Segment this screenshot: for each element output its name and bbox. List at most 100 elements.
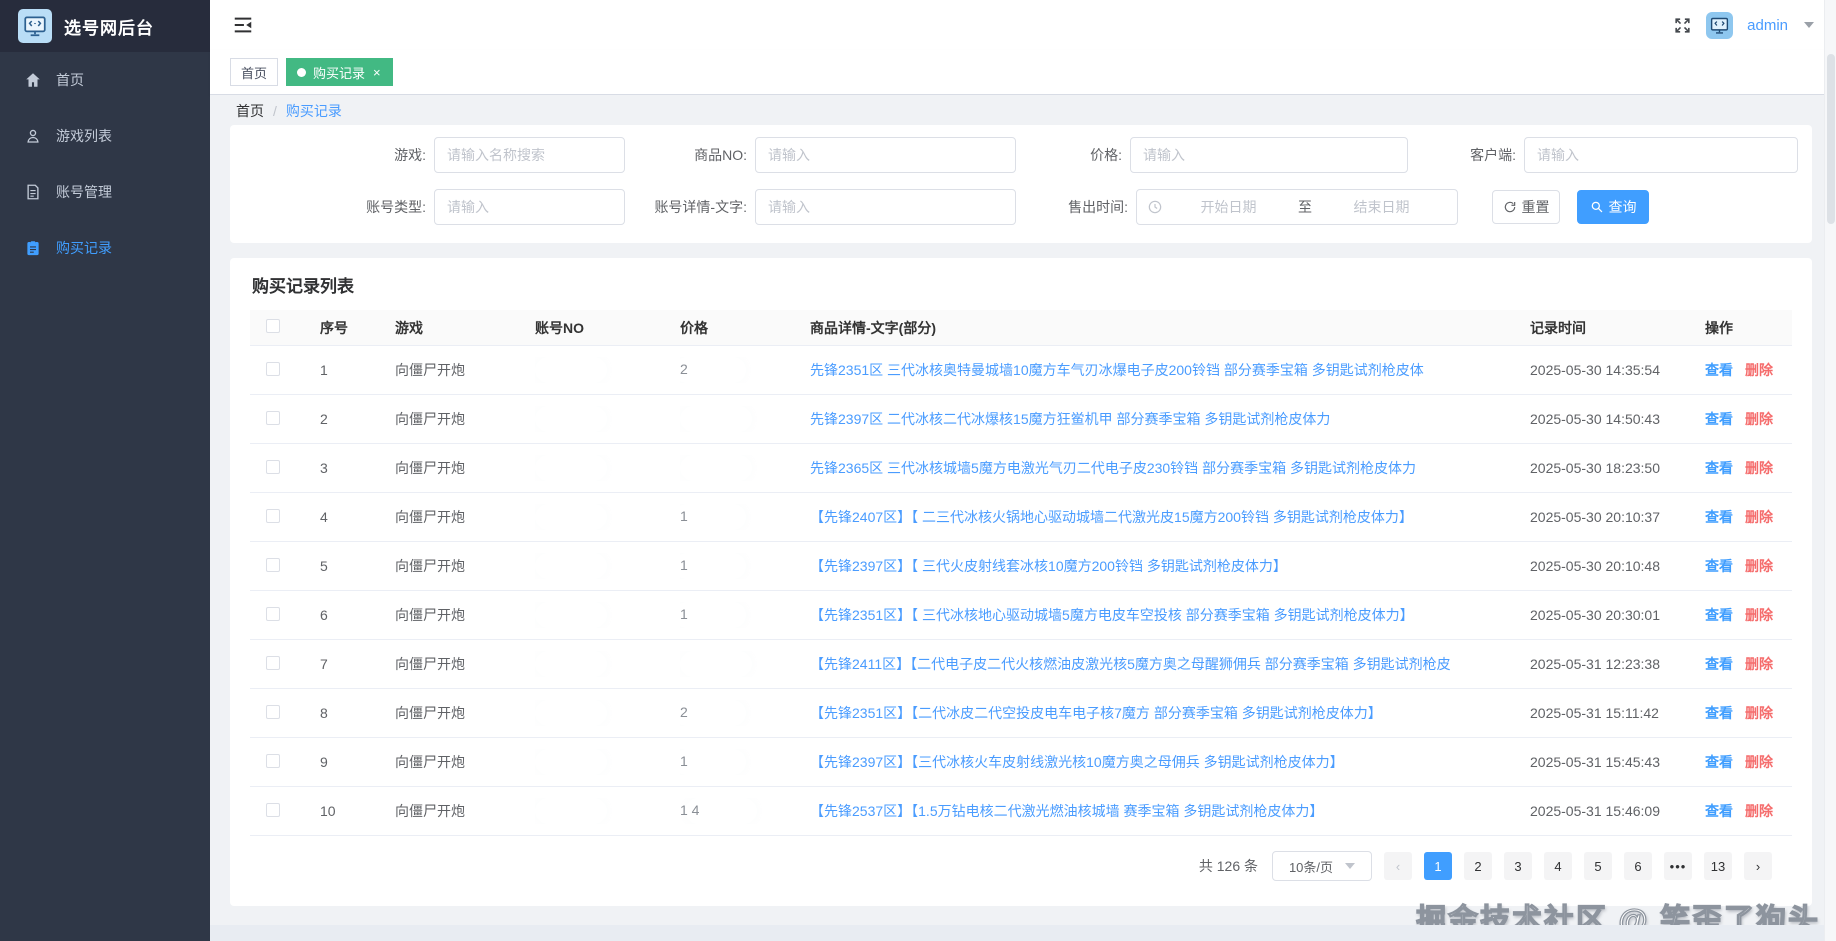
row-checkbox[interactable] [266, 508, 280, 523]
view-action[interactable]: 查看 [1705, 362, 1733, 378]
row-index: 8 [320, 705, 328, 721]
row-checkbox[interactable] [266, 606, 280, 621]
date-range-picker[interactable]: 开始日期至结束日期 [1136, 189, 1458, 225]
product-detail-link[interactable]: 先锋2365区 三代冰核城墙5魔方电激光气刃二代电子皮230铃铛 部分赛季宝箱 … [810, 460, 1416, 476]
sidebar-item-purchase-records[interactable]: 购买记录 [0, 220, 210, 276]
next-page-button[interactable]: › [1744, 852, 1772, 880]
delete-action[interactable]: 删除 [1745, 411, 1773, 427]
page-ellipsis[interactable]: ••• [1664, 852, 1692, 880]
delete-action[interactable]: 删除 [1745, 803, 1773, 819]
row-checkbox[interactable] [266, 459, 280, 474]
censor-blob [680, 406, 752, 432]
product-detail-link[interactable]: 【先锋2351区】【 三代冰核地心驱动城墙5魔方电皮车空投核 部分赛季宝箱 多钥… [810, 607, 1414, 623]
menu-fold-icon[interactable] [232, 14, 254, 36]
tab-close-icon[interactable]: × [372, 66, 382, 79]
search-button[interactable]: 查询 [1577, 190, 1649, 224]
table-row: 1 向僵尸开炮 2 先锋2351区 三代冰核奥特曼城墙10魔方车气刃冰爆电子皮200铃… [250, 346, 1792, 395]
row-actions: 查看 删除 [1705, 360, 1792, 380]
price-partial-digits: 2 [680, 360, 688, 377]
filter-label-date: 售出时间: [1068, 199, 1128, 215]
scrollbar[interactable] [1824, 0, 1836, 941]
delete-action[interactable]: 删除 [1745, 460, 1773, 476]
delete-action[interactable]: 删除 [1745, 362, 1773, 378]
row-record-time: 2025-05-30 14:50:43 [1530, 411, 1660, 427]
product-detail-link[interactable]: 【先锋2351区】【二代冰皮二代空投皮电车电子核7魔方 部分赛季宝箱 多钥匙试剂… [810, 705, 1382, 721]
page-button-5[interactable]: 5 [1584, 852, 1612, 880]
user-dropdown-caret-icon[interactable] [1804, 22, 1814, 28]
row-checkbox[interactable] [266, 802, 280, 817]
user-name[interactable]: admin [1747, 17, 1788, 34]
page-button-4[interactable]: 4 [1544, 852, 1572, 880]
row-actions: 查看 删除 [1705, 654, 1792, 674]
row-account-no-censored [535, 504, 680, 530]
product-detail-link[interactable]: 【先锋2397区】【 三代火皮射线套冰核10魔方200铃铛 多钥匙试剂枪皮体力】 [810, 558, 1287, 574]
row-actions: 查看 删除 [1705, 507, 1792, 527]
topbar: admin [210, 0, 1836, 50]
row-checkbox[interactable] [266, 361, 280, 376]
row-checkbox-cell [250, 655, 300, 673]
view-action[interactable]: 查看 [1705, 803, 1733, 819]
delete-action[interactable]: 删除 [1745, 754, 1773, 770]
fullscreen-icon[interactable] [1673, 16, 1692, 35]
page-button-2[interactable]: 2 [1464, 852, 1492, 880]
breadcrumb-current[interactable]: 购买记录 [286, 101, 342, 121]
view-action[interactable]: 查看 [1705, 705, 1733, 721]
row-record-time: 2025-05-31 12:23:38 [1530, 656, 1660, 672]
product-detail-link[interactable]: 先锋2397区 二代冰核二代冰爆核15魔方狂鲎机甲 部分赛季宝箱 多钥匙试剂枪皮… [810, 411, 1330, 427]
page-size-select[interactable]: 10条/页 [1272, 851, 1372, 881]
sidebar-item-game-list[interactable]: 游戏列表 [0, 108, 210, 164]
product-detail-link[interactable]: 先锋2351区 三代冰核奥特曼城墙10魔方车气刃冰爆电子皮200铃铛 部分赛季宝… [810, 362, 1424, 378]
sidebar-item-home[interactable]: 首页 [0, 52, 210, 108]
row-checkbox[interactable] [266, 557, 280, 572]
row-index: 3 [320, 460, 328, 476]
page-button-3[interactable]: 3 [1504, 852, 1532, 880]
page-button-1[interactable]: 1 [1424, 852, 1452, 880]
delete-action[interactable]: 删除 [1745, 656, 1773, 672]
view-action[interactable]: 查看 [1705, 607, 1733, 623]
avatar[interactable] [1706, 11, 1734, 39]
tabs-bar: 首页 购买记录 × [210, 50, 1836, 95]
sidebar-item-account-management[interactable]: 账号管理 [0, 164, 210, 220]
view-action[interactable]: 查看 [1705, 558, 1733, 574]
row-checkbox-cell [250, 704, 300, 722]
tab-首页[interactable]: 首页 [230, 58, 279, 86]
date-start-placeholder[interactable]: 开始日期 [1163, 197, 1294, 217]
breadcrumb-home[interactable]: 首页 [236, 101, 264, 121]
delete-action[interactable]: 删除 [1745, 509, 1773, 525]
scrollbar-thumb[interactable] [1827, 54, 1835, 224]
reset-button[interactable]: 重置 [1492, 190, 1560, 224]
date-separator: 至 [1298, 199, 1312, 215]
sidebar-item-label: 账号管理 [56, 184, 112, 200]
product-detail-link[interactable]: 【先锋2407区】【 二三代冰核火锅地心驱动城墙二代激光皮15魔方200铃铛 多… [810, 509, 1413, 525]
select-all-checkbox[interactable] [266, 319, 280, 333]
delete-action[interactable]: 删除 [1745, 705, 1773, 721]
row-checkbox[interactable] [266, 655, 280, 670]
censor-blob [535, 749, 607, 775]
page-button-13[interactable]: 13 [1704, 852, 1732, 880]
row-actions: 查看 删除 [1705, 752, 1792, 772]
view-action[interactable]: 查看 [1705, 656, 1733, 672]
row-checkbox[interactable] [266, 410, 280, 425]
page-button-6[interactable]: 6 [1624, 852, 1652, 880]
product-detail-link[interactable]: 【先锋2397区】【三代冰核火车皮射线激光核10魔方奥之母佣兵 多钥匙试剂枪皮体… [810, 754, 1344, 770]
row-actions: 查看 删除 [1705, 605, 1792, 625]
delete-action[interactable]: 删除 [1745, 558, 1773, 574]
table-header-row: 序号 游戏 账号NO 价格 商品详情-文字(部分) 记录时间 操作 [250, 310, 1792, 346]
view-action[interactable]: 查看 [1705, 460, 1733, 476]
filter-input-r1-3[interactable] [1524, 137, 1798, 173]
product-detail-link[interactable]: 【先锋2537区】【1.5万钻电核二代激光燃油核城墙 赛季宝箱 多钥匙试剂枪皮体… [810, 803, 1323, 819]
view-action[interactable]: 查看 [1705, 411, 1733, 427]
view-action[interactable]: 查看 [1705, 509, 1733, 525]
document-icon [24, 183, 42, 201]
row-checkbox[interactable] [266, 753, 280, 768]
delete-action[interactable]: 删除 [1745, 607, 1773, 623]
view-action[interactable]: 查看 [1705, 754, 1733, 770]
row-detail-cell: 【先锋2397区】【三代冰核火车皮射线激光核10魔方奥之母佣兵 多钥匙试剂枪皮体… [810, 752, 1530, 772]
row-record-time: 2025-05-30 20:30:01 [1530, 607, 1660, 623]
prev-page-button[interactable]: ‹ [1384, 852, 1412, 880]
date-end-placeholder[interactable]: 结束日期 [1316, 197, 1447, 217]
row-checkbox[interactable] [266, 704, 280, 719]
tab-购买记录[interactable]: 购买记录 × [286, 58, 393, 86]
censor-blob [680, 553, 746, 579]
product-detail-link[interactable]: 【先锋2411区】【二代电子皮二代火核燃油皮激光核5魔方奥之母醒狮佣兵 部分赛季… [810, 656, 1451, 672]
